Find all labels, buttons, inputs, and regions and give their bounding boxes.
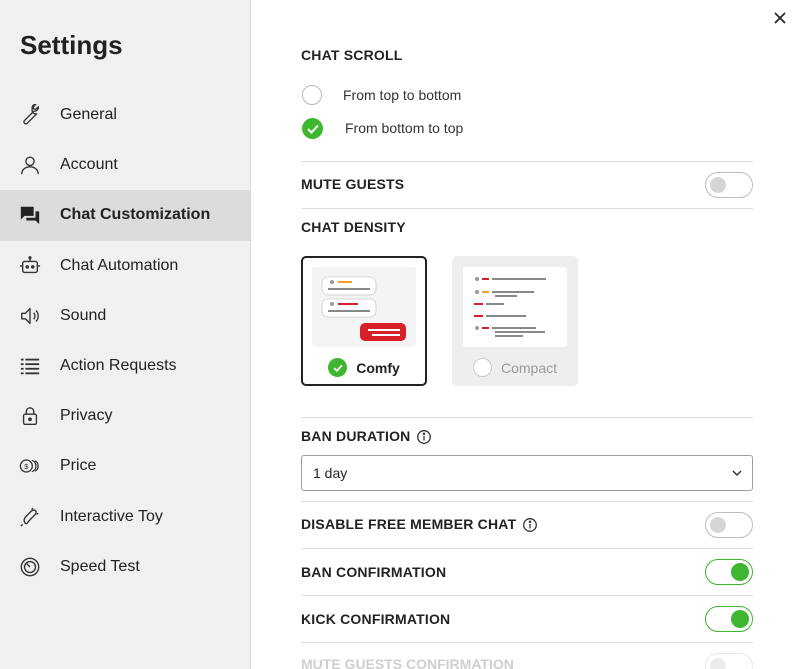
disable-free-member-chat-heading: DISABLE FREE MEMBER CHAT bbox=[301, 516, 538, 533]
settings-nav: General Account Chat Customization Chat … bbox=[0, 90, 250, 592]
density-compact-card[interactable]: Compact bbox=[452, 256, 578, 386]
sidebar-item-label: Account bbox=[60, 156, 118, 174]
scroll-top-to-bottom-radio[interactable] bbox=[302, 85, 322, 105]
speaker-icon bbox=[19, 305, 41, 327]
divider bbox=[301, 161, 753, 162]
mute-guests-confirmation-label: MUTE GUESTS CONFIRMATION bbox=[301, 656, 514, 669]
kick-confirmation-toggle[interactable] bbox=[705, 606, 753, 632]
density-comfy-label-row: Comfy bbox=[303, 358, 425, 377]
chat-density-heading: CHAT DENSITY bbox=[301, 219, 406, 235]
disable-free-member-chat-label: DISABLE FREE MEMBER CHAT bbox=[301, 516, 517, 532]
chevron-down-icon bbox=[732, 470, 742, 477]
toggle-knob bbox=[731, 563, 749, 581]
scroll-bottom-to-top-radio[interactable] bbox=[302, 118, 323, 139]
ban-duration-value: 1 day bbox=[313, 465, 348, 481]
divider bbox=[301, 595, 753, 596]
mute-guests-confirmation-toggle[interactable] bbox=[705, 653, 753, 669]
list-icon bbox=[19, 355, 41, 377]
disable-free-member-chat-toggle[interactable] bbox=[705, 512, 753, 538]
sidebar-item-general[interactable]: General bbox=[0, 90, 250, 140]
coins-icon: $ bbox=[19, 455, 41, 477]
sidebar-item-label: Sound bbox=[60, 306, 107, 324]
check-icon bbox=[328, 358, 348, 377]
close-button[interactable] bbox=[770, 8, 790, 28]
sidebar-item-chat-customization[interactable]: Chat Customization bbox=[0, 190, 250, 241]
lock-icon bbox=[19, 405, 41, 427]
close-icon bbox=[774, 12, 786, 24]
sidebar-item-speed-test[interactable]: Speed Test bbox=[0, 542, 250, 592]
info-icon[interactable] bbox=[416, 429, 432, 445]
sidebar-item-label: Action Requests bbox=[60, 357, 177, 375]
scroll-top-to-bottom-label: From top to bottom bbox=[343, 87, 462, 103]
robot-icon bbox=[19, 255, 41, 277]
settings-sidebar: Settings General Account Chat Customizat… bbox=[0, 0, 251, 669]
sidebar-item-label: Interactive Toy bbox=[60, 507, 163, 525]
speedometer-icon bbox=[19, 556, 41, 578]
ban-duration-select[interactable]: 1 day bbox=[301, 455, 753, 491]
toggle-knob bbox=[731, 610, 749, 628]
ban-duration-label: BAN DURATION bbox=[301, 428, 411, 444]
scroll-bottom-to-top-label: From bottom to top bbox=[345, 120, 464, 136]
sidebar-item-label: Chat Automation bbox=[60, 256, 179, 274]
chat-bubbles-icon bbox=[19, 204, 41, 226]
sidebar-item-label: General bbox=[60, 106, 117, 124]
sidebar-item-label: Price bbox=[60, 457, 97, 475]
settings-title: Settings bbox=[20, 30, 123, 60]
divider bbox=[301, 501, 753, 502]
ban-confirmation-toggle[interactable] bbox=[705, 559, 753, 585]
kick-confirmation-label: KICK CONFIRMATION bbox=[301, 611, 451, 627]
svg-text:$: $ bbox=[24, 462, 28, 471]
comfy-preview-image bbox=[312, 267, 416, 347]
sidebar-item-chat-automation[interactable]: Chat Automation bbox=[0, 241, 250, 291]
sidebar-item-label: Speed Test bbox=[60, 557, 140, 575]
mute-guests-label: MUTE GUESTS bbox=[301, 176, 405, 192]
density-compact-label: Compact bbox=[500, 359, 558, 376]
user-icon bbox=[19, 154, 41, 176]
wrench-icon bbox=[19, 104, 41, 126]
density-comfy-label: Comfy bbox=[356, 359, 400, 376]
radio-empty-icon bbox=[472, 358, 492, 377]
settings-modal: Settings General Account Chat Customizat… bbox=[0, 0, 802, 669]
mute-guests-toggle[interactable] bbox=[705, 172, 753, 198]
sidebar-item-privacy[interactable]: Privacy bbox=[0, 391, 250, 441]
density-compact-label-row: Compact bbox=[454, 358, 576, 377]
check-icon bbox=[306, 124, 319, 134]
divider bbox=[301, 208, 753, 209]
sidebar-item-interactive-toy[interactable]: Interactive Toy bbox=[0, 492, 250, 542]
divider bbox=[301, 642, 753, 643]
divider bbox=[301, 417, 753, 418]
ban-confirmation-label: BAN CONFIRMATION bbox=[301, 564, 447, 580]
sidebar-item-account[interactable]: Account bbox=[0, 140, 250, 190]
info-icon[interactable] bbox=[522, 517, 538, 533]
sidebar-item-label: Privacy bbox=[60, 407, 113, 425]
sidebar-item-label: Chat Customization bbox=[60, 206, 211, 224]
chat-scroll-heading: CHAT SCROLL bbox=[301, 47, 403, 63]
toggle-knob bbox=[710, 177, 726, 193]
sidebar-item-price[interactable]: $ Price bbox=[0, 441, 250, 491]
toy-icon bbox=[19, 506, 41, 528]
compact-preview-image bbox=[463, 267, 567, 347]
ban-duration-heading: BAN DURATION bbox=[301, 428, 432, 445]
sidebar-item-sound[interactable]: Sound bbox=[0, 291, 250, 341]
divider bbox=[301, 548, 753, 549]
toggle-knob bbox=[710, 517, 726, 533]
sidebar-item-action-requests[interactable]: Action Requests bbox=[0, 341, 250, 391]
toggle-knob bbox=[710, 658, 726, 669]
density-comfy-card[interactable]: Comfy bbox=[301, 256, 427, 386]
